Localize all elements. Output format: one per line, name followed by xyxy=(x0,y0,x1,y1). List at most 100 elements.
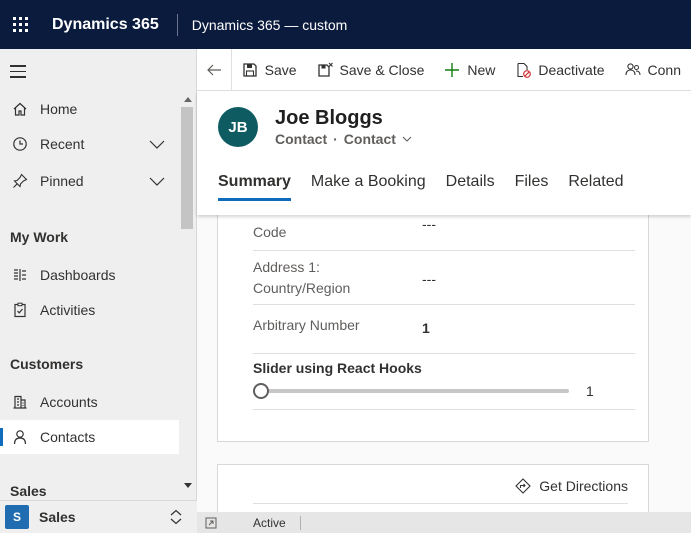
scroll-up-icon[interactable] xyxy=(184,97,192,102)
chevron-up-down-icon xyxy=(169,509,183,528)
divider xyxy=(299,515,301,530)
field-code: Code --- xyxy=(253,215,635,251)
connect-icon xyxy=(624,62,641,75)
chevron-down-icon[interactable] xyxy=(149,173,165,192)
field-label-line2: Country/Region xyxy=(253,280,351,296)
top-navigation-bar: Dynamics 365 Dynamics 365 — custom xyxy=(0,0,691,49)
separator: · xyxy=(333,131,338,147)
slider-value: 1 xyxy=(586,383,594,399)
field-slider: Slider using React Hooks 1 xyxy=(253,354,635,410)
form-tabs: Summary Make a Booking Details Files Rel… xyxy=(218,173,644,201)
connect-label: Conn xyxy=(647,61,681,78)
chevron-down-icon xyxy=(402,136,412,142)
field-label: Arbitrary Number xyxy=(253,317,360,333)
clock-icon xyxy=(0,136,40,152)
entity-name: Contact xyxy=(275,131,328,147)
field-value[interactable]: --- xyxy=(422,271,436,287)
home-icon xyxy=(0,101,40,117)
back-button[interactable] xyxy=(197,49,232,90)
directions-icon xyxy=(515,478,532,494)
slider-track[interactable] xyxy=(261,389,569,393)
save-label: Save xyxy=(264,61,297,78)
group-title-my-work: My Work xyxy=(10,229,69,245)
field-label: Address 1: xyxy=(253,259,320,275)
sidebar-item-recent[interactable]: Recent xyxy=(0,127,179,161)
save-close-button[interactable]: Save & Close xyxy=(307,49,435,90)
app-name[interactable]: Dynamics 365 xyxy=(52,16,159,34)
form-name: Contact xyxy=(343,131,396,147)
sidebar-scrollbar[interactable] xyxy=(179,93,197,493)
sidebar-item-label: Recent xyxy=(40,136,85,152)
sidebar-item-label: Accounts xyxy=(40,394,98,410)
avatar: JB xyxy=(218,107,258,147)
record-header: JB Joe Bloggs Contact · Contact Summary … xyxy=(197,91,691,215)
sidebar-item-pinned[interactable]: Pinned xyxy=(0,164,179,198)
tab-files[interactable]: Files xyxy=(515,173,549,201)
sidebar-item-home[interactable]: Home xyxy=(0,92,179,126)
scroll-down-icon[interactable] xyxy=(184,483,192,488)
expand-icon[interactable] xyxy=(197,517,225,529)
sidebar-item-label: Contacts xyxy=(40,429,96,445)
slider-thumb[interactable] xyxy=(253,383,269,399)
new-button[interactable]: New xyxy=(434,49,505,90)
get-directions-label: Get Directions xyxy=(539,478,628,494)
slider-title: Slider using React Hooks xyxy=(253,360,422,376)
record-status: Active xyxy=(253,515,286,530)
form-selector[interactable]: Contact xyxy=(344,131,412,147)
tab-details[interactable]: Details xyxy=(446,173,495,201)
sidebar-item-label: Activities xyxy=(40,302,96,318)
arrow-left-icon xyxy=(206,64,221,75)
status-bar: Active xyxy=(197,512,691,533)
field-arbitrary-number: Arbitrary Number 1 xyxy=(253,305,635,354)
waffle-icon xyxy=(12,17,28,32)
new-label: New xyxy=(467,61,496,78)
scrollbar-thumb[interactable] xyxy=(181,107,193,229)
app-launcher-button[interactable] xyxy=(0,0,40,49)
sidebar-item-contacts[interactable]: Contacts xyxy=(0,420,179,454)
group-title-customers: Customers xyxy=(10,356,84,372)
sidebar-item-dashboards[interactable]: Dashboards xyxy=(0,258,179,292)
record-title: Joe Bloggs xyxy=(275,107,383,129)
plus-icon xyxy=(445,62,460,77)
dashboard-icon xyxy=(0,267,40,283)
pin-icon xyxy=(0,173,40,189)
chevron-down-icon[interactable] xyxy=(149,136,165,155)
sidebar-item-activities[interactable]: Activities xyxy=(0,293,179,327)
deactivate-button[interactable]: Deactivate xyxy=(505,49,614,90)
connect-button[interactable]: Conn xyxy=(615,49,691,90)
get-directions-button[interactable]: Get Directions xyxy=(515,478,628,494)
divider xyxy=(176,13,178,36)
sidebar-item-label: Pinned xyxy=(40,173,84,189)
sidebar-item-label: Home xyxy=(40,101,78,117)
tab-summary[interactable]: Summary xyxy=(218,173,291,201)
tab-related[interactable]: Related xyxy=(568,173,623,201)
building-icon xyxy=(0,394,40,410)
app-subtitle[interactable]: Dynamics 365 — custom xyxy=(192,17,348,33)
field-value[interactable]: 1 xyxy=(422,320,430,336)
sidebar-item-label: Dashboards xyxy=(40,267,116,283)
directions-section: Get Directions xyxy=(217,464,649,512)
save-icon xyxy=(242,62,257,77)
record-subtitle: Contact · Contact xyxy=(275,131,412,147)
form-section: Code --- Address 1: Country/Region --- A… xyxy=(217,215,649,442)
sidebar-item-accounts[interactable]: Accounts xyxy=(0,385,179,419)
group-title-sales: Sales xyxy=(10,483,47,499)
save-close-icon xyxy=(317,62,333,77)
divider xyxy=(253,503,628,504)
area-badge: S xyxy=(5,505,29,529)
save-button[interactable]: Save xyxy=(232,49,307,90)
deactivate-icon xyxy=(517,62,532,78)
person-icon xyxy=(0,429,40,445)
field-address-country: Address 1: Country/Region --- xyxy=(253,251,635,305)
clipboard-icon xyxy=(0,302,40,318)
area-label: Sales xyxy=(39,509,76,525)
command-bar: Save Save & Close New Deactivate Conn xyxy=(197,49,691,91)
hamburger-menu-icon[interactable] xyxy=(10,65,26,82)
field-value[interactable]: --- xyxy=(422,216,436,232)
area-switcher[interactable]: S Sales xyxy=(0,500,197,533)
form-content: Code --- Address 1: Country/Region --- A… xyxy=(197,215,691,512)
tab-make-a-booking[interactable]: Make a Booking xyxy=(311,173,426,201)
field-label: Code xyxy=(253,224,287,240)
active-indicator xyxy=(0,428,3,446)
save-close-label: Save & Close xyxy=(339,61,425,78)
